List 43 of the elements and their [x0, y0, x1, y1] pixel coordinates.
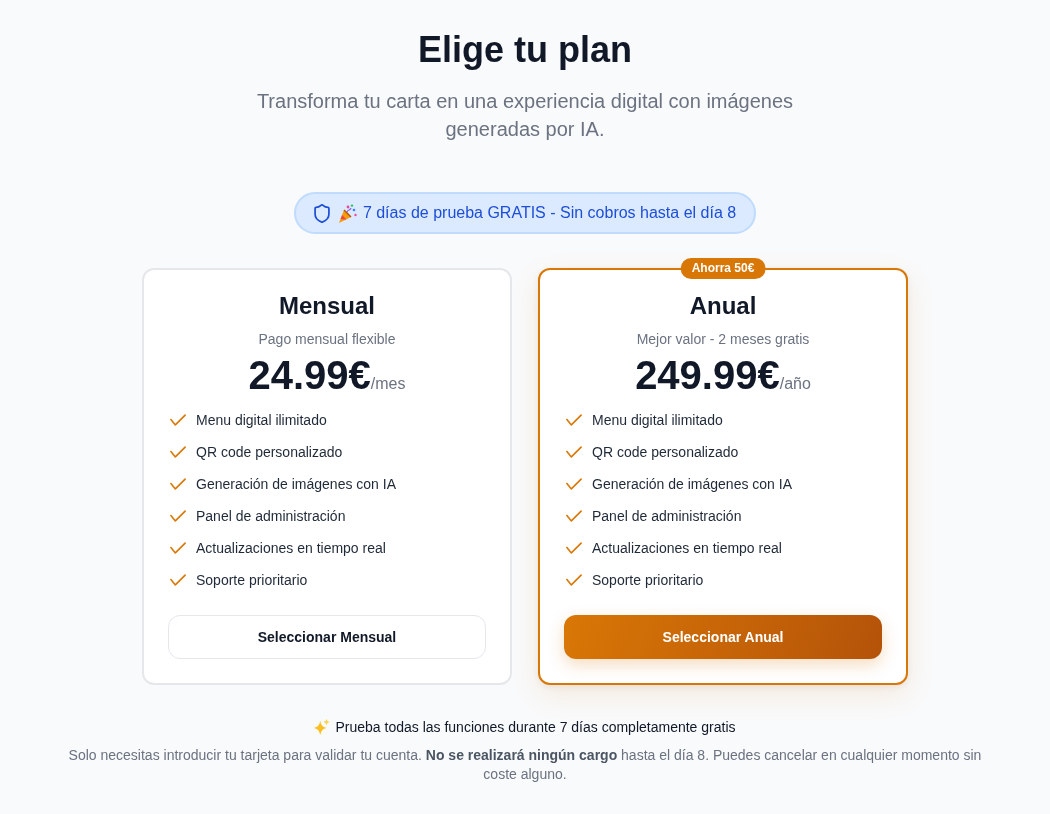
- check-icon: [170, 478, 186, 490]
- plan-name: Anual: [689, 292, 757, 320]
- trial-headline: Prueba todas las funciones durante 7 días completamente gratis: [335, 718, 736, 737]
- check-icon: [566, 478, 582, 490]
- savings-badge: Ahorra 50€: [680, 258, 766, 279]
- feature-text: Soporte prioritario: [592, 572, 704, 588]
- feature-text: Soporte prioritario: [196, 572, 308, 588]
- page-subtitle: Transforma tu carta en una experiencia digital con imágenes generadas por IA.: [255, 89, 795, 142]
- party-popper-icon: [338, 203, 357, 223]
- feature-text: Generación de imágenes con IA: [592, 476, 792, 492]
- feature-text: Menu digital ilimitado: [196, 412, 327, 428]
- select-plan-button[interactable]: Seleccionar Mensual: [168, 615, 486, 659]
- banner-text: 7 días de prueba GRATIS - Sin cobros hasta el día 8: [362, 204, 737, 222]
- price-amount: 249.99€: [635, 352, 780, 399]
- feature-text: QR code personalizado: [592, 444, 739, 460]
- check-icon: [170, 446, 186, 458]
- check-icon: [566, 510, 582, 522]
- select-plan-button[interactable]: Seleccionar Anual: [564, 615, 882, 659]
- feature-text: Panel de administración: [592, 508, 742, 524]
- sparkle-icon: [314, 719, 331, 735]
- plan-name: Mensual: [279, 292, 375, 320]
- plan-tagline: Pago mensual flexible: [258, 330, 396, 349]
- page-title: Elige tu plan: [418, 28, 632, 72]
- feature-text: QR code personalizado: [196, 444, 343, 460]
- feature-text: Panel de administración: [196, 508, 346, 524]
- check-icon: [566, 446, 582, 458]
- check-icon: [170, 510, 186, 522]
- plan-tagline: Mejor valor - 2 meses gratis: [636, 330, 810, 349]
- feature-text: Actualizaciones en tiempo real: [592, 540, 782, 556]
- check-icon: [566, 542, 582, 554]
- feature-text: Generación de imágenes con IA: [196, 476, 396, 492]
- check-icon: [566, 414, 582, 426]
- price-period: /mes: [370, 375, 406, 393]
- price-amount: 24.99€: [248, 352, 371, 399]
- feature-text: Menu digital ilimitado: [592, 412, 723, 428]
- check-icon: [170, 414, 186, 426]
- check-icon: [170, 542, 186, 554]
- shield-icon: [313, 203, 330, 223]
- check-icon: [170, 574, 186, 586]
- trial-note: Solo necesitas introducir tu tarjeta para validar tu cuenta. No se realizará ningún cargo hasta el día 8. Puedes cancelar en cualquier momento sin coste alguno.: [67, 746, 983, 784]
- check-icon: [566, 574, 582, 586]
- price-period: /año: [779, 375, 811, 393]
- feature-text: Actualizaciones en tiempo real: [196, 540, 386, 556]
